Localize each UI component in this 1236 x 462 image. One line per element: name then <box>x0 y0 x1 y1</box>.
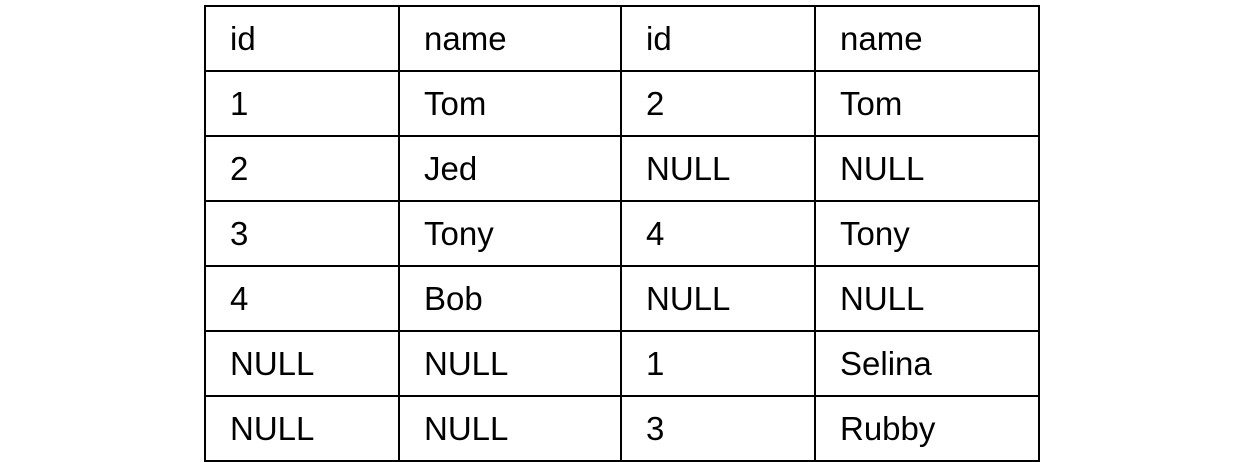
table-cell: Jed <box>398 135 622 202</box>
table-header-row: id name id name <box>204 5 1040 72</box>
table-cell: NULL <box>620 265 816 332</box>
table-cell: NULL <box>204 330 400 397</box>
header-cell-right-id: id <box>620 5 816 72</box>
table-cell: Bob <box>398 265 622 332</box>
table-row: NULL NULL 1 Selina <box>204 330 1040 397</box>
table-cell: Tony <box>398 200 622 267</box>
table-cell: 4 <box>204 265 400 332</box>
table-row: 2 Jed NULL NULL <box>204 135 1040 202</box>
table-cell: Tom <box>398 70 622 137</box>
table-row: 3 Tony 4 Tony <box>204 200 1040 267</box>
table-cell: NULL <box>204 395 400 462</box>
join-result-table: id name id name 1 Tom 2 Tom 2 Jed NULL N… <box>204 5 1040 462</box>
table-cell: Rubby <box>814 395 1040 462</box>
table-cell: NULL <box>398 395 622 462</box>
table-cell: Selina <box>814 330 1040 397</box>
table-cell: 3 <box>204 200 400 267</box>
table-cell: Tony <box>814 200 1040 267</box>
table-cell: NULL <box>620 135 816 202</box>
table-row: 1 Tom 2 Tom <box>204 70 1040 137</box>
table-cell: Tom <box>814 70 1040 137</box>
table-cell: NULL <box>814 265 1040 332</box>
header-cell-left-name: name <box>398 5 622 72</box>
header-cell-left-id: id <box>204 5 400 72</box>
table-cell: 1 <box>204 70 400 137</box>
table-cell: NULL <box>398 330 622 397</box>
header-cell-right-name: name <box>814 5 1040 72</box>
table-cell: 2 <box>620 70 816 137</box>
table-row: 4 Bob NULL NULL <box>204 265 1040 332</box>
table-cell: 4 <box>620 200 816 267</box>
table-row: NULL NULL 3 Rubby <box>204 395 1040 462</box>
table-cell: 2 <box>204 135 400 202</box>
table-cell: NULL <box>814 135 1040 202</box>
table-cell: 3 <box>620 395 816 462</box>
table-cell: 1 <box>620 330 816 397</box>
join-result-table-wrapper: id name id name 1 Tom 2 Tom 2 Jed NULL N… <box>204 5 1040 462</box>
